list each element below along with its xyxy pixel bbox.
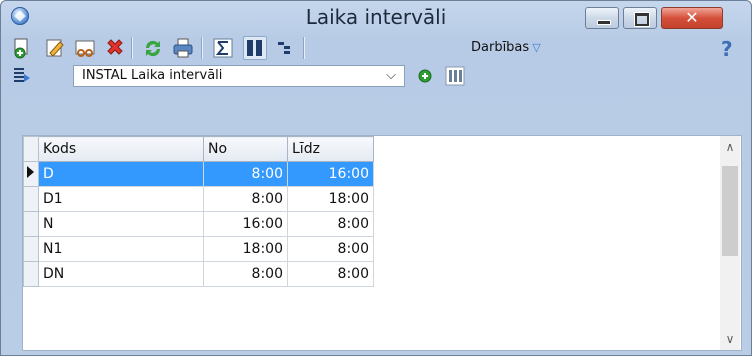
row-indicator[interactable] (23, 186, 39, 212)
help-icon[interactable]: ? (721, 37, 733, 61)
delete-icon (107, 39, 123, 55)
cell-lidz[interactable]: 8:00 (287, 211, 374, 237)
actions-menu[interactable]: Darbības ▽ (471, 40, 541, 55)
refresh-button[interactable] (141, 36, 165, 60)
tree-button[interactable] (273, 36, 297, 60)
row-indicator-header (23, 136, 39, 162)
cell-lidz[interactable]: 16:00 (287, 161, 374, 187)
minimize-button[interactable] (585, 7, 619, 29)
layout-settings-button[interactable] (443, 64, 467, 88)
sum-icon (213, 38, 233, 58)
cell-kods[interactable]: N (38, 211, 204, 237)
row-indicator[interactable] (23, 236, 39, 262)
main-toolbar: Darbības ▽ ? (11, 35, 743, 61)
layout-list-icon (445, 66, 465, 86)
column-header-no[interactable]: No (203, 136, 288, 162)
edit-icon (46, 39, 64, 57)
sum-button[interactable] (211, 36, 235, 60)
columns-button[interactable] (243, 36, 267, 60)
minimize-icon (597, 20, 611, 25)
cell-no[interactable]: 16:00 (203, 211, 288, 237)
add-layout-button[interactable] (413, 64, 437, 88)
cell-lidz[interactable]: 8:00 (287, 261, 374, 287)
add-button[interactable] (11, 36, 35, 60)
plus-circle-icon (418, 69, 432, 83)
maximize-button[interactable] (623, 7, 657, 29)
title-bar[interactable]: Laika intervāli ✕ (1, 1, 751, 31)
columns-icon (247, 40, 262, 56)
scroll-down-icon[interactable]: ∨ (720, 332, 740, 346)
cell-no[interactable]: 18:00 (203, 236, 288, 262)
app-window: Laika intervāli ✕ Darbības ▽ ? INSTAL La… (0, 0, 752, 356)
table-row[interactable]: D 8:00 16:00 (23, 161, 374, 187)
row-indicator[interactable] (23, 261, 39, 287)
current-row-arrow-icon (27, 166, 34, 178)
print-icon (173, 38, 193, 58)
list-arrow-icon (14, 68, 30, 82)
toolbar-separator (303, 37, 305, 59)
chevron-down-icon[interactable]: ⌵ (386, 68, 396, 83)
actions-menu-label: Darbības (471, 40, 530, 55)
cell-kods[interactable]: D (38, 161, 204, 187)
row-indicator[interactable] (23, 161, 39, 187)
table-row[interactable]: N1 18:00 8:00 (23, 236, 374, 262)
cell-lidz[interactable]: 8:00 (287, 236, 374, 262)
cell-no[interactable]: 8:00 (203, 186, 288, 212)
toolbar-separator (201, 37, 203, 59)
cell-kods[interactable]: N1 (38, 236, 204, 262)
add-icon (14, 38, 28, 59)
column-header-lidz[interactable]: Līdz (287, 136, 374, 162)
row-indicator[interactable] (23, 211, 39, 237)
copy-icon (75, 40, 95, 57)
cell-no[interactable]: 8:00 (203, 161, 288, 187)
tree-icon (278, 42, 290, 54)
cell-lidz[interactable]: 18:00 (287, 186, 374, 212)
column-header-kods[interactable]: Kods (38, 136, 204, 162)
table-row[interactable]: DN 8:00 8:00 (23, 261, 374, 287)
edit-button[interactable] (43, 36, 67, 60)
table-row[interactable]: N 16:00 8:00 (23, 211, 374, 237)
table-row[interactable]: D1 8:00 18:00 (23, 186, 374, 212)
delete-button[interactable] (103, 36, 127, 60)
maximize-icon (635, 13, 649, 26)
select-layout-button[interactable] (11, 64, 35, 88)
combobox-value: INSTAL Laika intervāli (82, 68, 223, 83)
data-grid: Kods No Līdz D 8:00 16:00 D1 8:00 18:00 (22, 135, 742, 351)
chevron-down-icon: ▽ (532, 41, 541, 54)
layout-combobox[interactable]: INSTAL Laika intervāli ⌵ (73, 65, 405, 87)
scrollbar-thumb[interactable] (722, 166, 738, 256)
cell-kods[interactable]: D1 (38, 186, 204, 212)
scroll-up-icon[interactable]: ∧ (720, 140, 740, 154)
intervals-table: Kods No Līdz D 8:00 16:00 D1 8:00 18:00 (23, 136, 374, 287)
cell-no[interactable]: 8:00 (203, 261, 288, 287)
copy-button[interactable] (73, 36, 97, 60)
toolbar-separator (131, 37, 133, 59)
secondary-toolbar: INSTAL Laika intervāli ⌵ (11, 63, 743, 89)
print-button[interactable] (171, 36, 195, 60)
cell-kods[interactable]: DN (38, 261, 204, 287)
vertical-scrollbar[interactable]: ∧ ∨ (720, 136, 740, 350)
close-button[interactable]: ✕ (661, 7, 723, 29)
close-icon: ✕ (685, 8, 699, 27)
refresh-icon (145, 40, 161, 57)
